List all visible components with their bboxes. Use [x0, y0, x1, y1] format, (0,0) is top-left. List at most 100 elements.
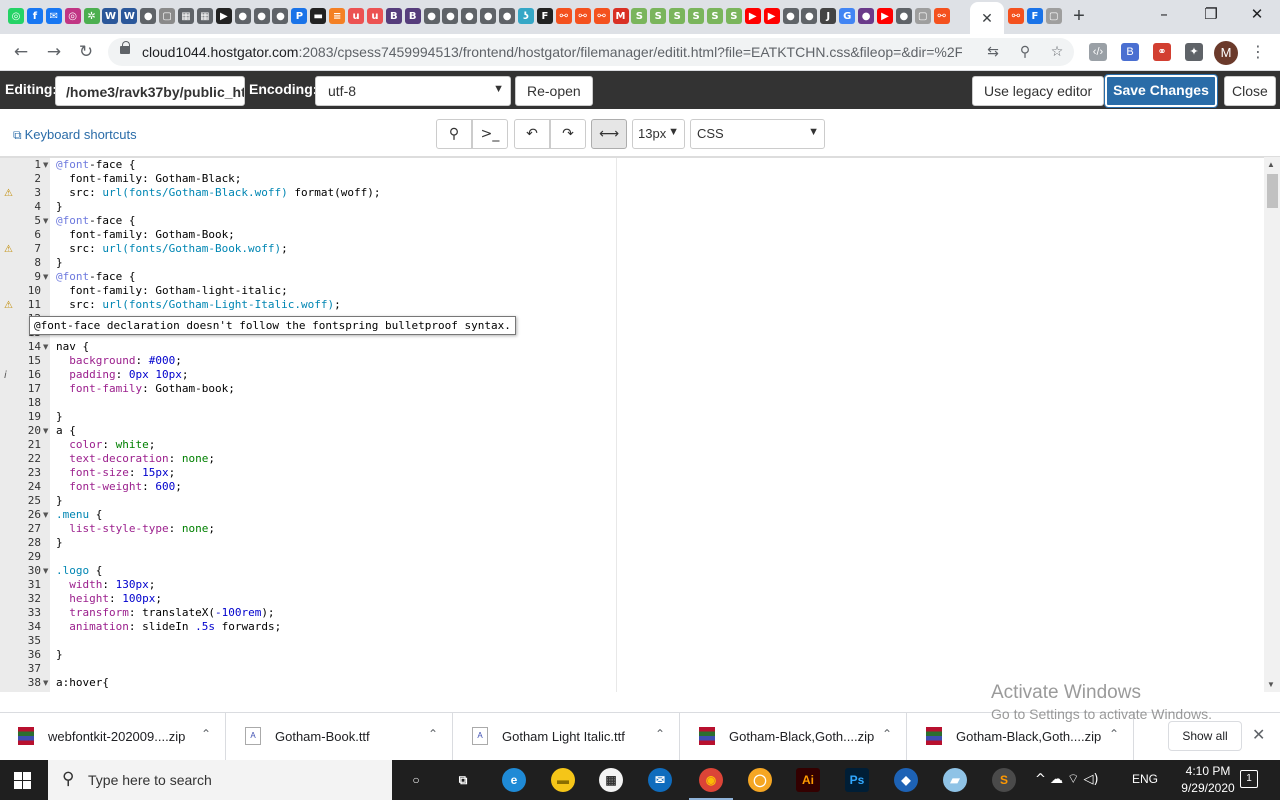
- code-text[interactable]: src: url(fonts/Gotham-Book.woff);: [56, 242, 288, 256]
- chevron-up-icon[interactable]: ⌃: [882, 727, 892, 741]
- address-bar[interactable]: cloud1044.hostgator.com:2083/cpsess74599…: [108, 38, 1074, 66]
- settings-icon[interactable]: ✲: [83, 8, 100, 24]
- scroll-up-icon[interactable]: ▲: [1267, 160, 1275, 169]
- forward-icon[interactable]: →: [43, 41, 65, 63]
- close-tab-icon[interactable]: ✕: [981, 10, 993, 27]
- globe-icon[interactable]: ●: [272, 8, 289, 24]
- url-text[interactable]: cloud1044.hostgator.com:2083/cpsess74599…: [142, 44, 962, 60]
- globe-icon[interactable]: ●: [801, 8, 818, 24]
- code-icon[interactable]: ⚯: [933, 8, 950, 24]
- globe-icon[interactable]: ●: [423, 8, 440, 24]
- fold-arrow-icon[interactable]: ▼: [43, 340, 48, 354]
- udemy-icon[interactable]: u: [348, 8, 365, 24]
- minimize-button[interactable]: –: [1150, 5, 1178, 27]
- code-text[interactable]: background: #000;: [56, 354, 182, 368]
- bootstrap-ext-icon[interactable]: B: [1121, 43, 1139, 61]
- code-text[interactable]: font-family: Gotham-book;: [56, 382, 235, 396]
- code-ext-icon[interactable]: ‹/›: [1089, 43, 1107, 61]
- system-tray-icons[interactable]: ^ ☁ ⌔ ◁): [1035, 771, 1099, 787]
- code-text[interactable]: src: url(fonts/Gotham-Black.woff) format…: [56, 186, 380, 200]
- scroll-down-icon[interactable]: ▼: [1267, 680, 1275, 689]
- code-icon[interactable]: ⚯: [1008, 8, 1024, 24]
- gmail-icon[interactable]: M: [612, 8, 629, 24]
- close-downloads-bar-icon[interactable]: ✕: [1252, 725, 1265, 744]
- system-clock[interactable]: 4:10 PM 9/29/2020: [1172, 763, 1244, 797]
- word-icon[interactable]: W: [121, 8, 138, 24]
- chevron-up-icon[interactable]: ⌃: [655, 727, 665, 741]
- shopify-icon[interactable]: S: [650, 8, 667, 24]
- scrollbar-thumb[interactable]: [1267, 174, 1278, 208]
- globe-icon[interactable]: ●: [442, 8, 459, 24]
- code-text[interactable]: list-style-type: none;: [56, 522, 215, 536]
- code-editor[interactable]: 1 ▼ @font-face {2 font-family: Gotham-Blac…: [0, 157, 1264, 692]
- link-ext-icon[interactable]: ⚭: [1153, 43, 1171, 61]
- globe-icon[interactable]: ●: [461, 8, 478, 24]
- fold-arrow-icon[interactable]: ▼: [43, 424, 48, 438]
- fold-arrow-icon[interactable]: ▼: [43, 676, 48, 690]
- use-legacy-editor-button[interactable]: Use legacy editor: [972, 76, 1105, 106]
- code-text[interactable]: }: [56, 536, 63, 550]
- facebook-icon[interactable]: f: [26, 8, 43, 24]
- link-icon[interactable]: ʖ: [518, 8, 535, 24]
- language-indicator[interactable]: ENG: [1132, 772, 1158, 786]
- google-icon[interactable]: G: [839, 8, 856, 24]
- undo-icon[interactable]: ↶: [514, 119, 550, 149]
- profile-avatar[interactable]: M: [1214, 41, 1238, 65]
- code-icon[interactable]: ⚯: [574, 8, 591, 24]
- fold-arrow-icon[interactable]: ▼: [43, 270, 48, 284]
- translate-icon[interactable]: ⇆: [984, 43, 1002, 61]
- youtube-icon[interactable]: ▶: [876, 8, 893, 24]
- code-text[interactable]: }: [56, 200, 63, 214]
- windows-start-icon[interactable]: [14, 772, 31, 789]
- code-icon[interactable]: ⚯: [593, 8, 610, 24]
- lock-icon[interactable]: [120, 41, 130, 54]
- youtube-icon[interactable]: ▶: [763, 8, 780, 24]
- code-icon[interactable]: ⚯: [555, 8, 572, 24]
- globe-icon[interactable]: ●: [140, 8, 157, 24]
- download-item[interactable]: Gotham-Black,Goth....zip ⌃: [681, 713, 907, 761]
- code-text[interactable]: nav {: [56, 340, 89, 354]
- code-text[interactable]: @font-face {: [56, 270, 135, 284]
- globe-icon[interactable]: ●: [895, 8, 912, 24]
- restore-button[interactable]: ❐: [1197, 5, 1225, 27]
- language-mode-select[interactable]: CSS ▼: [690, 119, 825, 149]
- docs-icon[interactable]: ▬: [310, 8, 327, 24]
- code-text[interactable]: }: [56, 648, 63, 662]
- norton-icon[interactable]: ◯: [748, 768, 772, 792]
- globe-icon[interactable]: ●: [234, 8, 251, 24]
- search-icon[interactable]: ⚲: [436, 119, 472, 149]
- redo-icon[interactable]: ↷: [550, 119, 586, 149]
- file-explorer-icon[interactable]: ▬: [551, 768, 575, 792]
- illustrator-icon[interactable]: Ai: [796, 768, 820, 792]
- code-text[interactable]: }: [56, 494, 63, 508]
- code-text[interactable]: font-size: 15px;: [56, 466, 175, 480]
- code-text[interactable]: font-weight: 600;: [56, 480, 182, 494]
- fontspring-icon[interactable]: F: [536, 8, 553, 24]
- download-item[interactable]: A Gotham-Book.ttf ⌃: [227, 713, 453, 761]
- code-text[interactable]: text-decoration: none;: [56, 452, 215, 466]
- code-text[interactable]: @font-face {: [56, 214, 135, 228]
- code-text[interactable]: color: white;: [56, 438, 155, 452]
- warning-icon[interactable]: ⚠: [4, 299, 13, 313]
- grid-icon[interactable]: ▦: [178, 8, 195, 24]
- bootstrap-icon[interactable]: B: [385, 8, 402, 24]
- editor-scrollbar[interactable]: ▲ ▼: [1264, 157, 1280, 692]
- instagram-icon[interactable]: ◎: [64, 8, 81, 24]
- encoding-select[interactable]: utf-8 ▼: [315, 76, 511, 106]
- puzzle-icon[interactable]: ✦: [1185, 43, 1203, 61]
- page-icon[interactable]: ▢: [159, 8, 176, 24]
- file-path-field[interactable]: /home3/ravk37by/public_html: [55, 76, 245, 106]
- back-icon[interactable]: ←: [10, 41, 32, 63]
- code-text[interactable]: .menu {: [56, 508, 102, 522]
- code-text[interactable]: width: 130px;: [56, 578, 155, 592]
- grid-icon[interactable]: ▦: [196, 8, 213, 24]
- warning-icon[interactable]: ⚠: [4, 187, 13, 201]
- photoshop-icon[interactable]: Ps: [845, 768, 869, 792]
- media-icon[interactable]: ▶: [215, 8, 232, 24]
- browser-menu-icon[interactable]: ⋮: [1250, 42, 1266, 62]
- store-icon[interactable]: ▦: [599, 768, 623, 792]
- code-text[interactable]: .logo {: [56, 564, 102, 578]
- keyboard-shortcuts-link[interactable]: ⧉ Keyboard shortcuts: [13, 127, 137, 143]
- code-text[interactable]: padding: 0px 10px;: [56, 368, 188, 382]
- fold-arrow-icon[interactable]: ▼: [43, 158, 48, 172]
